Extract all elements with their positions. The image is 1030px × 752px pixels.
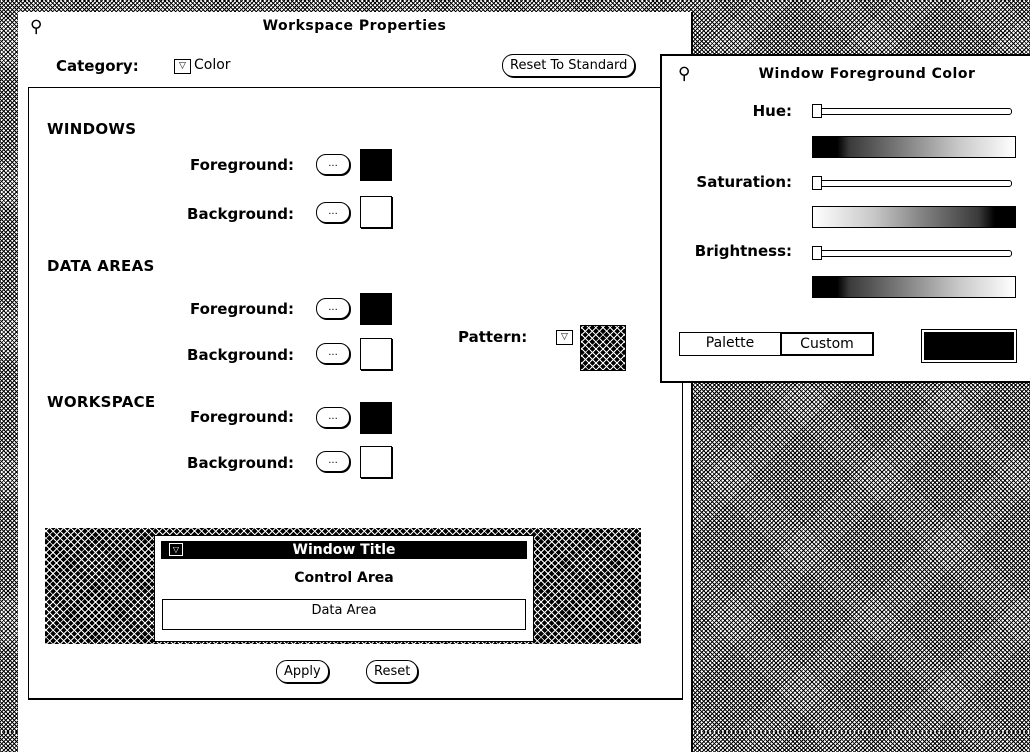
category-menu-icon[interactable]: ▽ (174, 59, 191, 74)
data-areas-background-label: Background: (187, 346, 294, 364)
preview-title-bar: ▽ Window Title (161, 541, 527, 559)
custom-tab[interactable]: Custom (780, 332, 874, 356)
brightness-slider-track[interactable] (812, 250, 1012, 257)
settings-panel: WINDOWS Foreground: ... Background: ... … (28, 87, 683, 700)
workspace-background-swatch[interactable] (360, 446, 392, 478)
brightness-slider-knob[interactable] (812, 246, 822, 260)
current-color-swatch (924, 332, 1014, 360)
color-preview: ▽ Window Title Control Area Data Area (45, 528, 641, 644)
data-areas-background-edit-button[interactable]: ... (316, 343, 350, 364)
data-areas-foreground-label: Foreground: (189, 300, 294, 318)
preview-control-area: Control Area (294, 570, 394, 586)
saturation-slider-knob[interactable] (812, 176, 822, 190)
preview-menu-icon: ▽ (169, 543, 183, 556)
saturation-label: Saturation: (696, 173, 792, 191)
workspace-foreground-swatch[interactable] (360, 402, 392, 434)
pattern-menu-icon[interactable]: ▽ (556, 330, 573, 345)
workspace-properties-window: ⚲ Workspace Properties Category: ▽ Color… (18, 12, 693, 752)
workspace-background-edit-button[interactable]: ... (316, 451, 350, 472)
windows-background-label: Background: (187, 205, 294, 223)
hue-slider-knob[interactable] (812, 104, 822, 118)
data-areas-foreground-edit-button[interactable]: ... (316, 298, 350, 319)
brightness-label: Brightness: (694, 242, 792, 260)
category-label: Category: (56, 57, 139, 75)
hue-label: Hue: (752, 102, 792, 120)
pattern-label: Pattern: (458, 328, 528, 346)
workspace-foreground-edit-button[interactable]: ... (316, 407, 350, 428)
data-areas-foreground-swatch[interactable] (360, 293, 392, 325)
title-bar: ⚲ Workspace Properties (18, 12, 691, 42)
saturation-slider-track[interactable] (812, 180, 1012, 187)
color-chooser-window: ⚲ Window Foreground Color Hue: Saturatio… (660, 54, 1030, 383)
workspace-background-label: Background: (187, 454, 294, 472)
palette-tab[interactable]: Palette (679, 332, 781, 356)
workspace-foreground-label: Foreground: (189, 408, 294, 426)
hue-slider-track[interactable] (812, 108, 1012, 115)
pushpin-icon[interactable]: ⚲ (678, 66, 690, 83)
window-title: Workspace Properties (262, 18, 447, 34)
preview-window-title: Window Title (292, 542, 396, 558)
windows-background-swatch[interactable] (360, 196, 392, 228)
pattern-swatch[interactable] (580, 325, 626, 371)
color-chooser-title: Window Foreground Color (758, 66, 976, 82)
reset-to-standard-button[interactable]: Reset To Standard (502, 54, 636, 77)
section-windows: WINDOWS (47, 120, 137, 138)
apply-button[interactable]: Apply (276, 660, 329, 683)
category-value[interactable]: Color (194, 57, 231, 73)
windows-foreground-swatch[interactable] (360, 149, 392, 181)
preview-window: ▽ Window Title Control Area Data Area (154, 535, 534, 642)
data-areas-background-swatch[interactable] (360, 338, 392, 370)
hue-slider[interactable] (812, 104, 1012, 118)
brightness-gradient-bar (812, 276, 1016, 298)
saturation-gradient-bar (812, 206, 1016, 228)
brightness-slider[interactable] (812, 246, 1012, 260)
windows-foreground-edit-button[interactable]: ... (316, 154, 350, 175)
hue-gradient-bar (812, 136, 1016, 158)
windows-foreground-label: Foreground: (189, 156, 294, 174)
reset-button[interactable]: Reset (366, 660, 419, 683)
section-data-areas: DATA AREAS (47, 257, 155, 275)
preview-data-area: Data Area (162, 599, 526, 630)
saturation-slider[interactable] (812, 176, 1012, 190)
windows-background-edit-button[interactable]: ... (316, 202, 350, 223)
